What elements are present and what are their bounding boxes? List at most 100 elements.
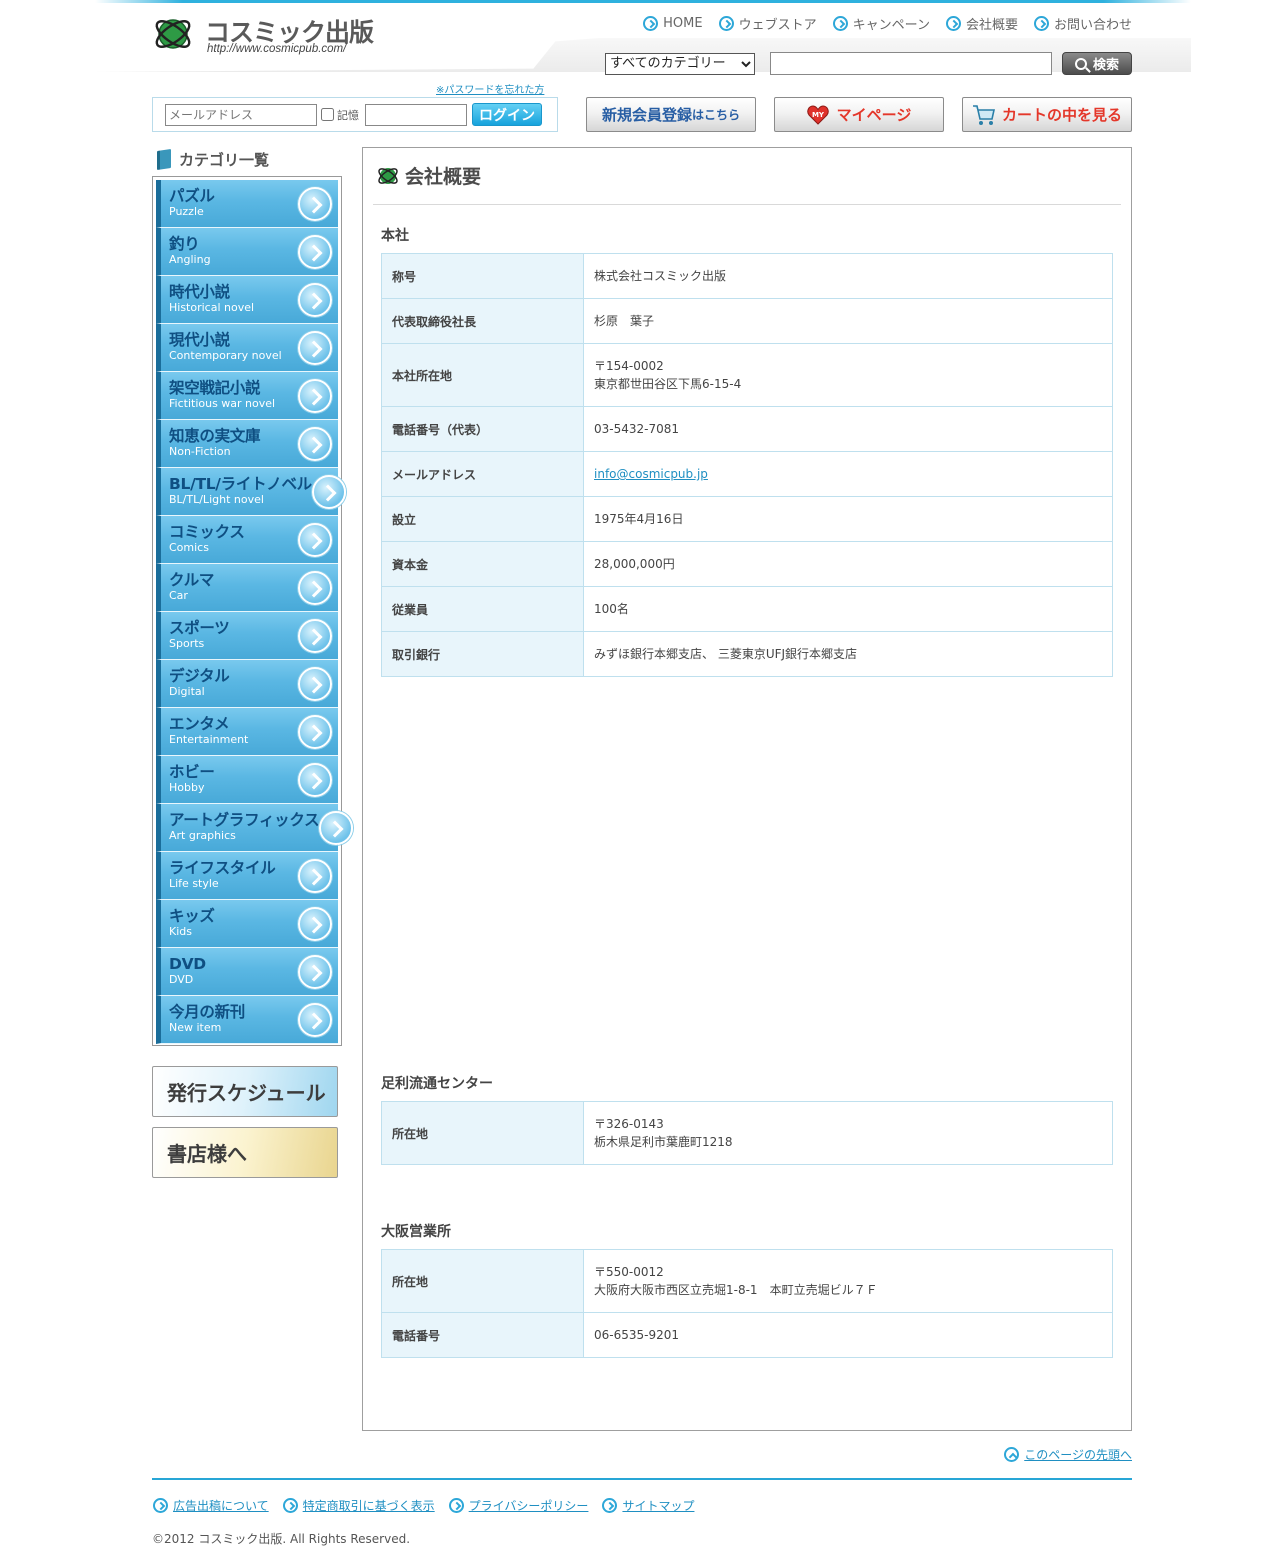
- nav-label: キャンペーン: [852, 18, 930, 33]
- circle-arrow-right-icon: [945, 16, 961, 31]
- category-name-en: Life style: [169, 877, 219, 891]
- row-label: 取引銀行: [381, 631, 584, 677]
- category-item-dvd[interactable]: DVD DVD: [156, 948, 338, 996]
- category-name-en: Entertainment: [169, 733, 249, 747]
- login-button[interactable]: ログイン: [472, 103, 542, 126]
- circle-arrow-right-icon: [643, 16, 659, 31]
- schedule-banner[interactable]: 発行スケジュール: [152, 1066, 338, 1117]
- table-row: 資本金 28,000,000円: [381, 541, 1113, 587]
- row-value: 100名: [583, 586, 1113, 632]
- remember-checkbox[interactable]: [321, 108, 334, 121]
- row-value: info@cosmicpub.jp: [583, 451, 1113, 497]
- category-name: クルマ: [169, 571, 215, 590]
- footer-link-advertising[interactable]: 広告出稿について: [153, 1497, 269, 1514]
- nav-contact[interactable]: お問い合わせ: [1033, 14, 1132, 33]
- category-item-angling[interactable]: 釣り Angling: [156, 228, 338, 276]
- heart-icon-text: MY: [812, 111, 825, 119]
- circle-arrow-right-icon: [298, 906, 332, 941]
- section-title-osaka-office: 大阪営業所: [381, 1224, 451, 1240]
- email-link[interactable]: info@cosmicpub.jp: [594, 467, 708, 481]
- category-name: 架空戦記小説: [169, 379, 261, 398]
- address: 栃木県足利市葉鹿町1218: [594, 1135, 733, 1149]
- category-item-digital[interactable]: デジタル Digital: [156, 660, 338, 708]
- register-button[interactable]: 新規会員登録 はこちら: [586, 97, 756, 132]
- mypage-button[interactable]: MY マイページ: [774, 97, 944, 132]
- category-name-en: Puzzle: [169, 205, 204, 219]
- table-row: 所在地 〒326-0143 栃木県足利市葉鹿町1218: [381, 1101, 1113, 1165]
- row-label: 代表取締役社長: [381, 298, 584, 344]
- row-value: 〒326-0143 栃木県足利市葉鹿町1218: [583, 1101, 1113, 1165]
- row-label: 本社所在地: [381, 343, 584, 407]
- circle-arrow-right-icon: [1033, 16, 1049, 31]
- category-item-comics[interactable]: コミックス Comics: [156, 516, 338, 564]
- row-value: 28,000,000円: [583, 541, 1113, 587]
- nav-campaign[interactable]: キャンペーン: [832, 14, 930, 33]
- footer-link-label: プライバシーポリシー: [468, 1499, 589, 1513]
- row-label: 所在地: [381, 1249, 584, 1313]
- category-name-en: Digital: [169, 685, 205, 699]
- category-item-non-fiction[interactable]: 知恵の実文庫 Non-Fiction: [156, 420, 338, 468]
- bookstore-banner[interactable]: 書店様へ: [152, 1127, 338, 1178]
- footer-link-commerce-law[interactable]: 特定商取引に基づく表示: [282, 1497, 435, 1514]
- table-row: 本社所在地 〒154-0002 東京都世田谷区下馬6-15-4: [381, 343, 1113, 407]
- nav-webstore[interactable]: ウェブストア: [718, 14, 817, 33]
- category-item-sports[interactable]: スポーツ Sports: [156, 612, 338, 660]
- category-name-en: Non-Fiction: [169, 445, 231, 459]
- table-row: メールアドレス info@cosmicpub.jp: [381, 451, 1113, 497]
- category-item-fictitious-war-novel[interactable]: 架空戦記小説 Fictitious war novel: [156, 372, 338, 420]
- address: 東京都世田谷区下馬6-15-4: [594, 377, 742, 391]
- category-name-en: Fictitious war novel: [169, 397, 276, 411]
- category-heading: カテゴリ一覧: [157, 149, 269, 170]
- search-button[interactable]: 検索: [1062, 52, 1132, 75]
- circle-arrow-right-icon: [319, 810, 354, 845]
- row-label: 所在地: [381, 1101, 584, 1165]
- copyright: ©2012 コスミック出版. All Rights Reserved.: [152, 1532, 411, 1546]
- search-input[interactable]: [770, 52, 1052, 75]
- circle-arrow-right-icon: [298, 858, 332, 893]
- top-navigation: HOME ウェブストア キャンペーン 会社概要 お問い合わせ: [643, 14, 1132, 33]
- nav-company[interactable]: 会社概要: [945, 14, 1018, 33]
- category-name-en: DVD: [169, 973, 194, 987]
- back-to-top-link[interactable]: このページの先頭へ: [1004, 1446, 1132, 1463]
- category-name-en: Comics: [169, 541, 209, 555]
- password-field[interactable]: [365, 103, 467, 126]
- category-item-car[interactable]: クルマ Car: [156, 564, 338, 612]
- main-content: 会社概要 本社 称号 株式会社コスミック出版 代表取締役社長 杉原 葉子 本社所在地…: [362, 147, 1132, 1431]
- address: 大阪府大阪市西区立売堀1-8-1 本町立売堀ビル７Ｆ: [594, 1283, 878, 1297]
- category-item-historical-novel[interactable]: 時代小説 Historical novel: [156, 276, 338, 324]
- category-item-light-novel[interactable]: BL/TL/ライトノベル BL/TL/Light novel: [156, 468, 346, 516]
- category-item-hobby[interactable]: ホビー Hobby: [156, 756, 338, 804]
- page-title-label: 会社概要: [405, 166, 482, 188]
- category-item-kids[interactable]: キッズ Kids: [156, 900, 338, 948]
- table-row: 電話番号（代表） 03-5432-7081: [381, 406, 1113, 452]
- circle-arrow-right-icon: [282, 1498, 298, 1513]
- site-logo[interactable]: コスミック出版 http://www.cosmicpub.com/: [153, 13, 374, 57]
- row-label: 資本金: [381, 541, 584, 587]
- category-item-puzzle[interactable]: パズル Puzzle: [156, 180, 338, 228]
- cart-button[interactable]: カートの中を見る: [962, 97, 1132, 132]
- category-item-contemporary-novel[interactable]: 現代小説 Contemporary novel: [156, 324, 338, 372]
- category-name: デジタル: [169, 667, 230, 686]
- category-item-entertainment[interactable]: エンタメ Entertainment: [156, 708, 338, 756]
- category-heading-label: カテゴリ一覧: [179, 151, 270, 169]
- table-row: 従業員 100名: [381, 586, 1113, 632]
- category-item-new-item[interactable]: 今月の新刊 New item: [156, 996, 338, 1044]
- table-row: 設立 1975年4月16日: [381, 496, 1113, 542]
- footer-link-sitemap[interactable]: サイトマップ: [602, 1497, 694, 1514]
- table-row: 代表取締役社長 杉原 葉子: [381, 298, 1113, 344]
- nav-label: 会社概要: [965, 18, 1018, 33]
- title-divider: [373, 204, 1121, 205]
- nav-home[interactable]: HOME: [643, 14, 703, 33]
- forgot-password-link[interactable]: ※パスワードを忘れた方: [436, 81, 544, 96]
- row-value: みずほ銀行本郷支店、 三菱東京UFJ銀行本郷支店: [583, 631, 1113, 677]
- remember-checkbox-label[interactable]: 記憶: [321, 107, 359, 123]
- footer-link-privacy[interactable]: プライバシーポリシー: [448, 1497, 589, 1514]
- category-name: スポーツ: [169, 619, 230, 638]
- category-item-art-graphics[interactable]: アートグラフィックス Art graphics: [156, 804, 354, 852]
- category-name-en: Historical novel: [169, 301, 255, 315]
- category-item-life-style[interactable]: ライフスタイル Life style: [156, 852, 338, 900]
- cart-button-label: カートの中を見る: [1001, 106, 1122, 124]
- cosmic-orbit-logo-icon: [155, 19, 191, 49]
- email-field[interactable]: [165, 103, 317, 126]
- category-select[interactable]: すべてのカテゴリー: [605, 52, 755, 75]
